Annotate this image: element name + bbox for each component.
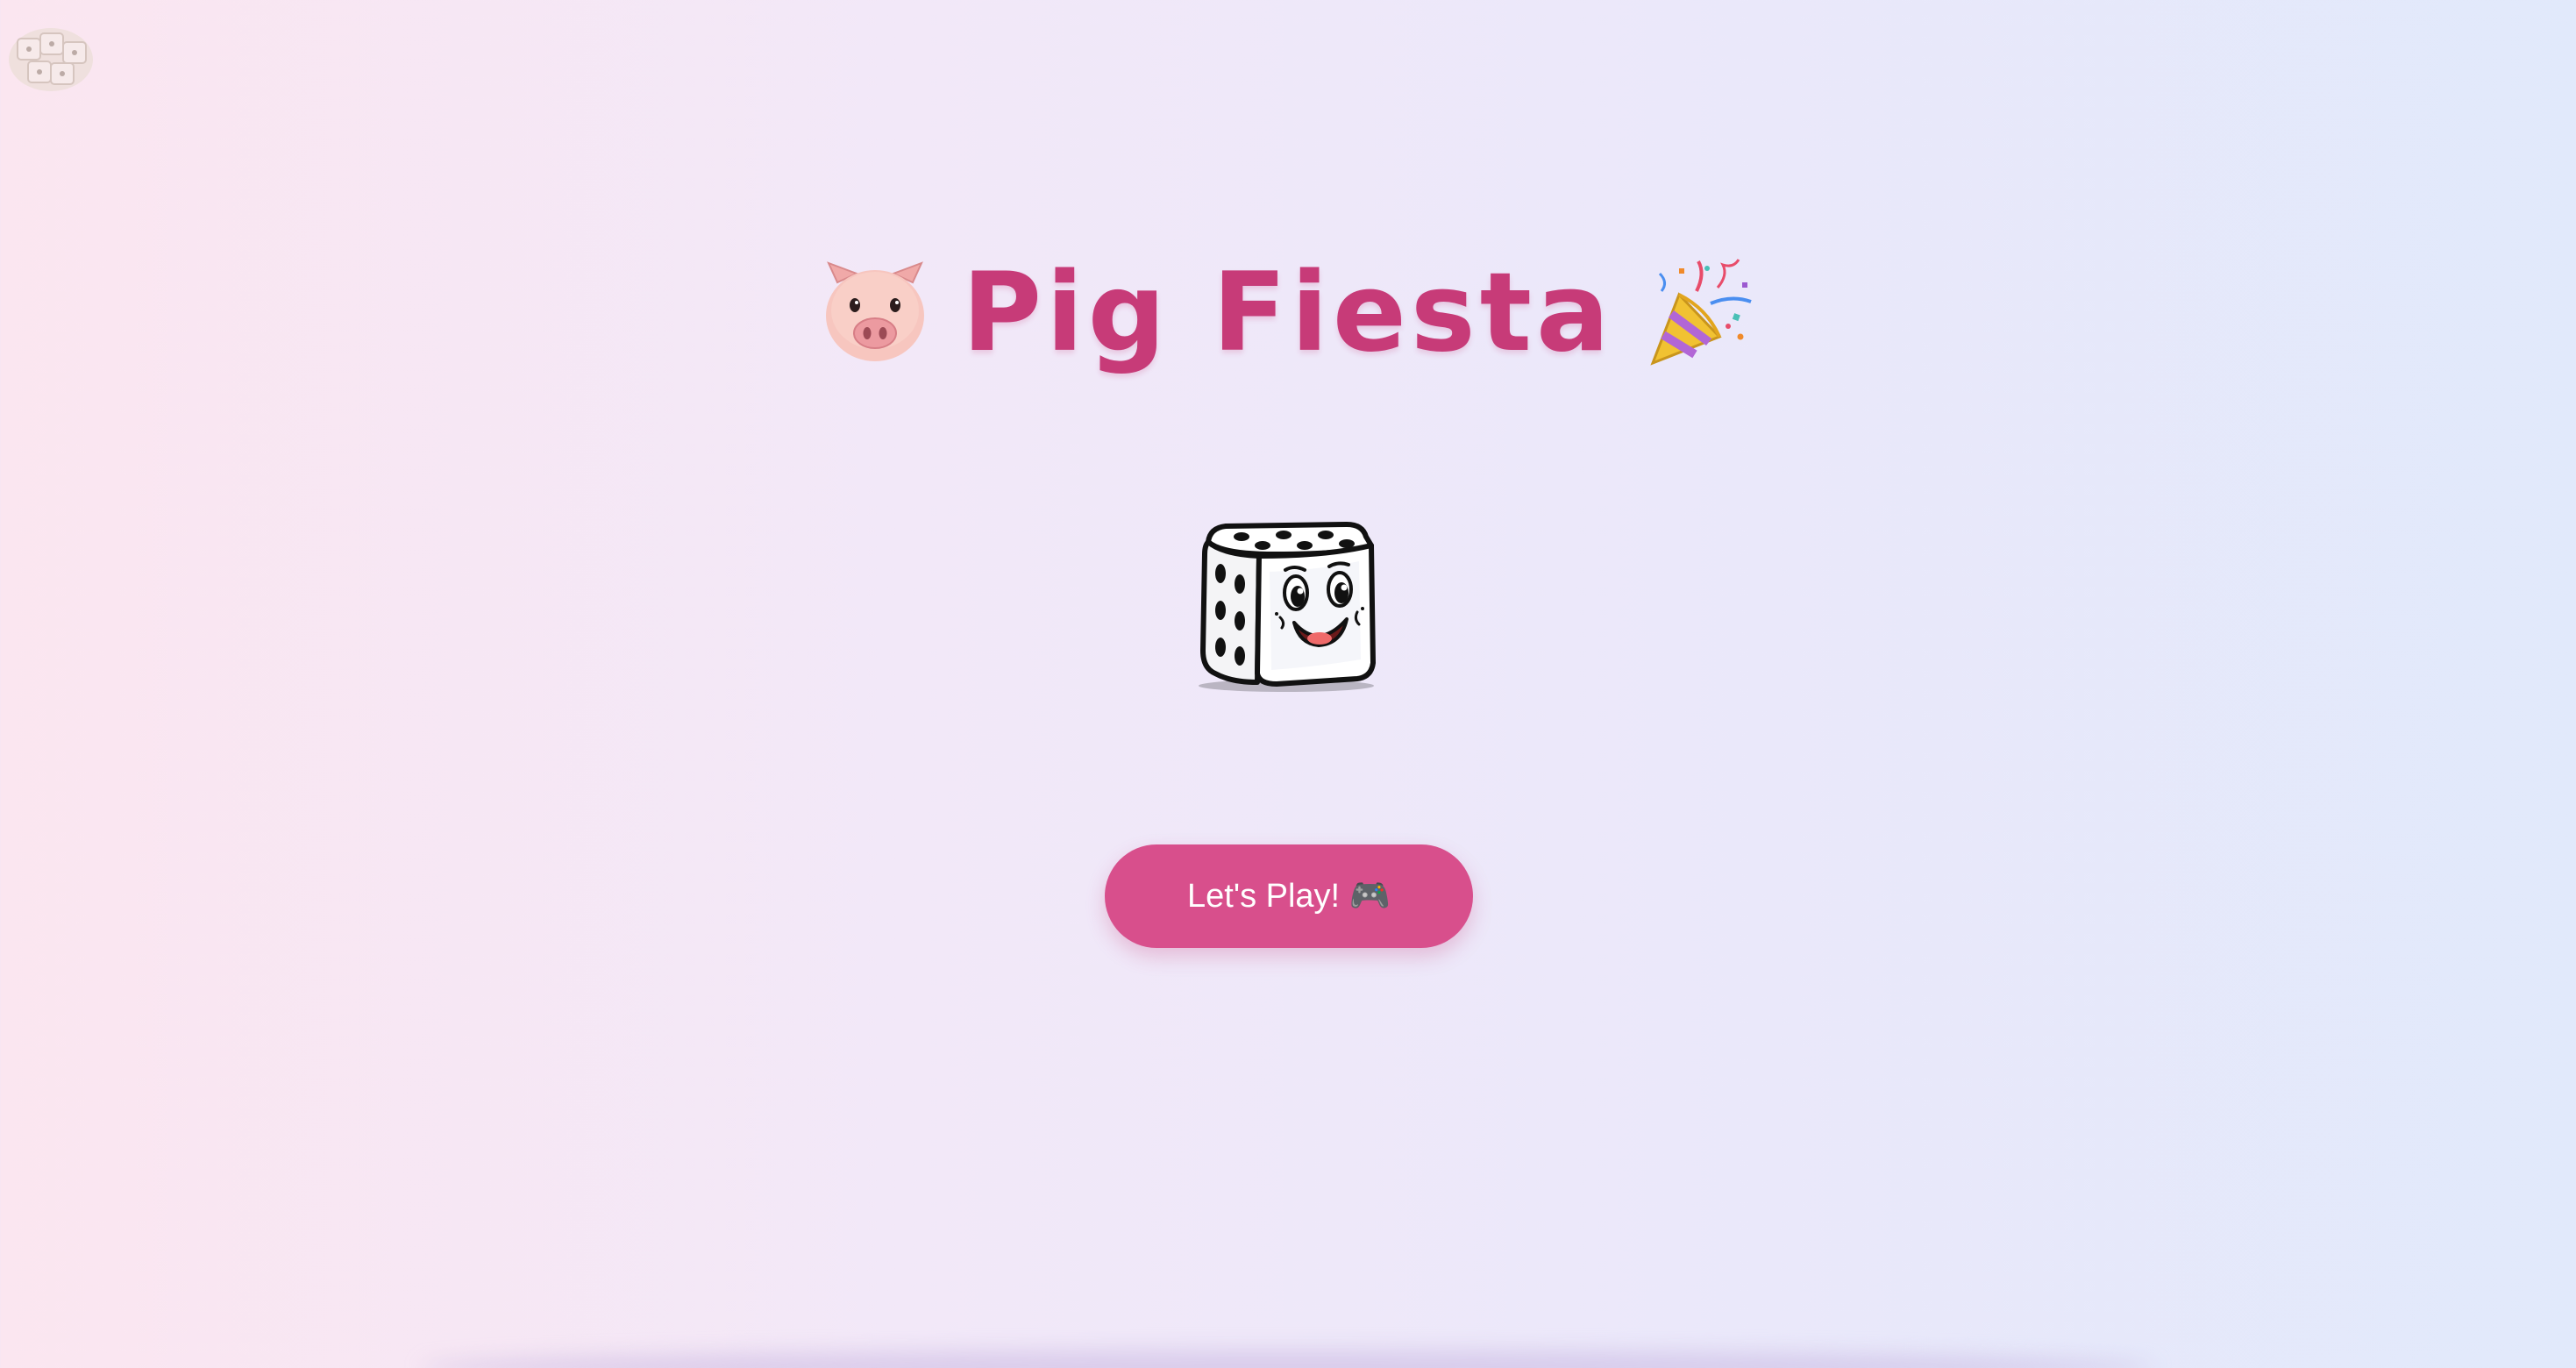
title-row: Pig Fiesta <box>0 247 2576 379</box>
party-popper-icon <box>1650 259 1752 366</box>
bottom-shadow-decoration <box>421 1350 2155 1368</box>
pig-face-icon <box>826 261 925 361</box>
dice-pile-thumbnail <box>9 28 93 91</box>
lets-play-label: Let's Play! 🎮 <box>1187 878 1391 915</box>
page-title: Pig Fiesta <box>962 250 1614 376</box>
lets-play-button[interactable]: Let's Play! 🎮 <box>1105 844 1473 948</box>
smiling-dice-icon <box>1199 522 1376 692</box>
